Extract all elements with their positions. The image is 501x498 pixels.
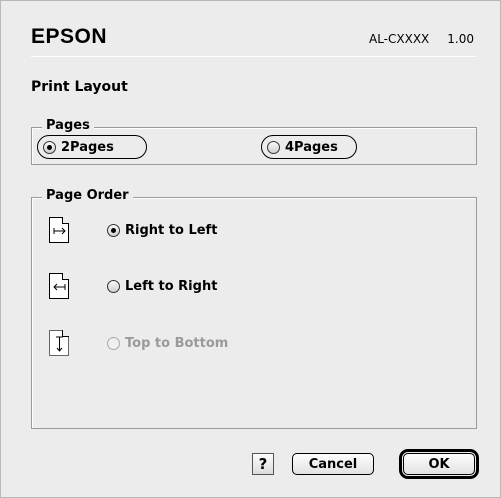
model-info: AL-CXXXX 1.00 <box>369 32 474 46</box>
radio-top-to-bottom-indicator <box>107 337 120 350</box>
ok-button[interactable]: OK <box>399 449 479 479</box>
radio-top-to-bottom: Top to Bottom <box>107 336 228 351</box>
radio-right-to-left[interactable]: Right to Left <box>107 223 217 238</box>
radio-right-to-left-label[interactable]: Right to Left <box>125 223 217 238</box>
radio-2pages-label[interactable]: 2Pages <box>61 140 114 155</box>
pages-group-label: Pages <box>42 118 94 133</box>
radio-left-to-right-label[interactable]: Left to Right <box>125 279 217 294</box>
radio-right-to-left-indicator[interactable] <box>107 224 120 237</box>
page-order-group-label: Page Order <box>42 188 133 203</box>
cancel-button[interactable]: Cancel <box>292 453 374 475</box>
header-divider <box>31 56 476 57</box>
radio-2pages-indicator[interactable] <box>43 141 56 154</box>
model-name: AL-CXXXX <box>369 32 430 46</box>
radio-4pages[interactable]: 4Pages <box>267 140 338 155</box>
arrow-right-icon <box>49 217 69 243</box>
radio-2pages[interactable]: 2Pages <box>43 140 114 155</box>
help-button[interactable]: ? <box>252 453 274 475</box>
section-title: Print Layout <box>31 79 128 95</box>
arrow-left-icon <box>49 273 69 299</box>
radio-top-to-bottom-label: Top to Bottom <box>125 336 229 351</box>
brand-logo: EPSON <box>31 25 108 48</box>
radio-left-to-right-indicator[interactable] <box>107 280 120 293</box>
radio-4pages-label[interactable]: 4Pages <box>285 140 338 155</box>
arrow-down-icon <box>49 330 69 356</box>
page-order-group: Page Order <box>31 188 477 429</box>
radio-4pages-indicator[interactable] <box>267 141 280 154</box>
print-layout-dialog: EPSON AL-CXXXX 1.00 Print Layout Pages 2P… <box>0 0 501 498</box>
version-number: 1.00 <box>447 32 474 46</box>
radio-left-to-right[interactable]: Left to Right <box>107 279 217 294</box>
